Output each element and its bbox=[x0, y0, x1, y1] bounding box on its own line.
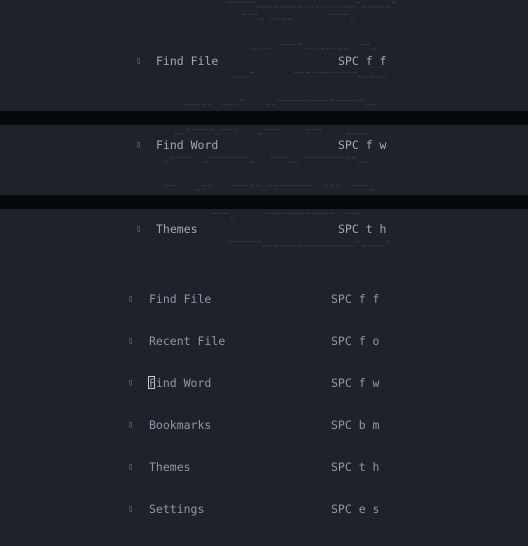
search-icon: ▯ bbox=[128, 378, 134, 388]
ghost-menu-row: ▯ Find Word SPC f w bbox=[136, 138, 387, 152]
menu-item-shortcut: SPC e s bbox=[331, 502, 380, 516]
ascii-art-line: ⠉⠉ ⠤⠉⠉ ⠉⠉⠉⠉⠉⠤⠉⠉⠉⠉⠉⠉⠉⠉ ⠉⠉⠉ ⠉⠉⠉⠤ bbox=[0, 184, 374, 193]
history-icon: ▯ bbox=[128, 336, 134, 346]
menu-item-shortcut: SPC f f bbox=[331, 292, 380, 306]
menu-item-recent-file[interactable]: ▯ Recent File SPC f o bbox=[128, 331, 388, 351]
menu-item-label: Bookmarks bbox=[149, 418, 212, 432]
black-band bbox=[0, 195, 528, 209]
ascii-art-line: ⠉⠉⠉⠉⠉⠤⠤⠤⠤⠤⠤⠤⠤⠤⠤⠤⠤⠤⠤⠤⠤⠤⠉⠤⠤⠤⠤⠤⠉ bbox=[0, 1, 397, 10]
ascii-art-line: ⠉⠉⠉⠤ ⠤⠤⠤⠤ ⠉⠉⠉⠉⠤ bbox=[0, 13, 356, 22]
ghost-menu-row: ▯ Find File SPC f f bbox=[136, 54, 387, 68]
ascii-art-line: ⠤⠤⠤⠉ ⠉⠉⠉⠉⠉⠉⠉⠉⠉⠉⠉⠤⠤⠤⠤⠤ bbox=[0, 71, 387, 80]
bookmark-icon: ▯ bbox=[128, 420, 134, 430]
menu-item-themes[interactable]: ▯ Themes SPC t h bbox=[128, 457, 388, 477]
gear-icon: ▯ bbox=[128, 504, 134, 514]
menu-item-label: Recent File bbox=[149, 334, 226, 348]
menu-item-label: Themes bbox=[149, 460, 191, 474]
menu-item-shortcut: SPC f w bbox=[331, 376, 380, 390]
palette-icon: ▯ bbox=[128, 462, 134, 472]
ascii-art-line: ⠤⠉⠉⠉⠉ ⠤⠉⠉⠉⠉⠉⠉⠉⠤ ⠉⠉⠉⠤⠤ ⠉⠉⠉⠉⠉⠉⠉⠉⠉⠤⠤ bbox=[0, 156, 369, 165]
black-band bbox=[0, 111, 528, 125]
ascii-art-line: ⠉⠉⠉⠉⠉⠉⠤⠤⠤⠤⠤⠤⠤⠤⠤⠤⠤⠤⠤⠤⠤⠤⠉⠤⠤⠤⠤⠉ bbox=[0, 240, 391, 249]
file-icon: ▯ bbox=[136, 56, 142, 66]
palette-icon: ▯ bbox=[136, 224, 142, 234]
ghost-menu-row: ▯ Themes SPC t h bbox=[136, 222, 387, 236]
menu-item-shortcut: SPC t h bbox=[331, 460, 380, 474]
menu-item-shortcut: SPC b m bbox=[331, 418, 380, 432]
file-icon: ▯ bbox=[128, 294, 134, 304]
search-icon: ▯ bbox=[136, 140, 142, 150]
menu-item-label: Settings bbox=[149, 502, 205, 516]
menu-item-shortcut: SPC f o bbox=[331, 334, 380, 348]
menu-item-find-file[interactable]: ▯ Find File SPC f f bbox=[128, 289, 388, 309]
ascii-header-overlay: ⠉⠉⠉⠉⠉⠤⠤⠤⠤⠤⠤⠤⠤⠤⠤⠤⠤⠤⠤⠤⠤⠤⠉⠤⠤⠤⠤⠤⠉ ⠉⠉⠉⠤ ⠤⠤⠤⠤ … bbox=[0, 0, 528, 250]
menu-item-settings[interactable]: ▯ Settings SPC e s bbox=[128, 499, 388, 519]
menu-item-bookmarks[interactable]: ▯ Bookmarks SPC b m bbox=[128, 415, 388, 435]
menu-item-find-word[interactable]: ▯ Find Word SPC f w bbox=[128, 373, 388, 393]
ascii-art-line: ⠤⠤⠤⠤⠤ ⠤⠤⠤⠉ ⠤⠤⠉⠉⠉⠉⠉⠉⠉⠉⠉⠉⠉⠉⠉⠉⠉⠤⠤ bbox=[0, 99, 376, 108]
menu-item-label: Find File bbox=[149, 292, 212, 306]
menu-item-label: Find Word bbox=[149, 376, 212, 390]
ascii-art-line: ⠤⠤⠤⠤ ⠉⠉⠉⠉⠤⠤⠤⠤⠤⠤⠤⠤ ⠉⠉⠤ bbox=[0, 43, 377, 52]
